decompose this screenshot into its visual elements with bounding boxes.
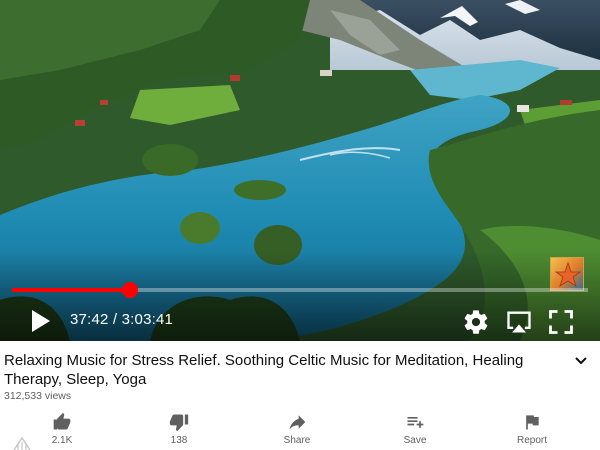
partial-icon: [13, 436, 31, 450]
share-button[interactable]: Share: [257, 410, 337, 446]
progress-bar[interactable]: [12, 288, 588, 292]
add-to-playlist-icon: [407, 417, 424, 428]
share-label: Share: [283, 435, 311, 446]
save-button[interactable]: Save: [375, 410, 455, 446]
like-count: 2.1K: [51, 435, 73, 446]
video-title[interactable]: Relaxing Music for Stress Relief. Soothi…: [4, 351, 564, 389]
starfish-icon: [554, 261, 582, 287]
flag-icon: [526, 415, 539, 430]
dislike-button[interactable]: 138: [139, 410, 219, 446]
save-label: Save: [403, 435, 427, 446]
play-button[interactable]: [28, 308, 52, 334]
scrubber-handle[interactable]: [122, 282, 138, 298]
action-bar: 2.1K 138 Share Save Report: [0, 410, 600, 450]
expand-description-button[interactable]: [572, 352, 590, 370]
dislike-count: 138: [170, 435, 188, 446]
time-display: 37:42 / 3:03:41: [70, 311, 174, 328]
fullscreen-button[interactable]: [547, 308, 575, 336]
report-label: Report: [516, 435, 547, 446]
airplay-button[interactable]: [505, 308, 533, 336]
share-icon: [289, 415, 306, 430]
chevron-down-icon: [575, 357, 587, 365]
thumbs-down-icon: [169, 414, 189, 432]
progress-played: [12, 288, 130, 292]
like-button[interactable]: 2.1K: [22, 410, 102, 446]
airplay-icon: [507, 311, 531, 333]
report-button[interactable]: Report: [492, 410, 572, 446]
channel-watermark[interactable]: [550, 257, 584, 291]
play-icon: [32, 310, 50, 332]
settings-icon: [464, 310, 488, 334]
video-player[interactable]: 37:42 / 3:03:41: [0, 0, 600, 341]
thumbs-up-icon: [53, 412, 71, 430]
fullscreen-icon: [549, 310, 573, 334]
view-count: 312,533 views: [4, 390, 72, 402]
settings-button[interactable]: [462, 308, 490, 336]
